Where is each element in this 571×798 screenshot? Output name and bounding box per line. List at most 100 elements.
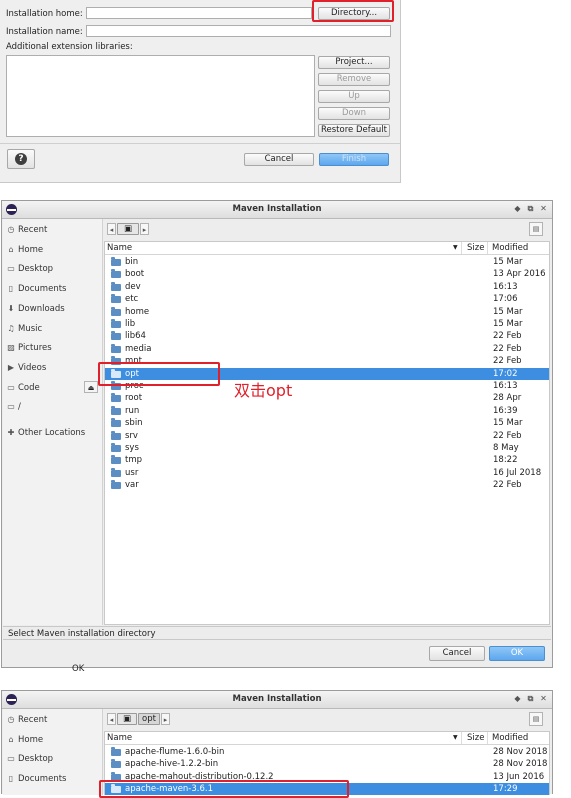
sidebar-item[interactable]: ▶ Videos xyxy=(6,361,46,375)
drive-icon: ▭ xyxy=(7,382,15,392)
folder-icon xyxy=(111,418,121,428)
restore-icon[interactable]: ⧉ xyxy=(526,204,535,213)
sidebar-item[interactable]: ▯ Documents xyxy=(6,282,67,296)
root-drive-crumb[interactable]: ▣ xyxy=(117,223,139,235)
status-bar: Select Maven installation directory xyxy=(3,626,551,640)
table-row[interactable]: root 28 Apr xyxy=(105,392,549,404)
table-row[interactable]: run 16:39 xyxy=(105,405,549,417)
sidebar-item-label: Desktop xyxy=(18,264,54,275)
sidebar-item[interactable]: ⌂ Home xyxy=(6,243,43,257)
sidebar-item-label: Home xyxy=(18,244,44,255)
folder-icon xyxy=(111,281,121,291)
sidebar-item-label: Documents xyxy=(18,284,67,295)
table-row[interactable]: media 22 Feb xyxy=(105,343,549,355)
table-row[interactable]: apache-flume-1.6.0-bin 28 Nov 2018 xyxy=(105,746,549,758)
create-folder-icon[interactable]: ▤ xyxy=(529,222,543,236)
dialog-title: Maven Installation xyxy=(232,694,322,704)
table-row[interactable]: etc 17:06 xyxy=(105,293,549,305)
file-name: root xyxy=(125,393,143,404)
table-row[interactable]: home 15 Mar xyxy=(105,306,549,318)
table-row[interactable]: sbin 15 Mar xyxy=(105,417,549,429)
back-arrow-icon[interactable]: ◂ xyxy=(107,713,116,725)
installation-home-field[interactable] xyxy=(86,7,312,19)
column-modified[interactable]: Modified xyxy=(492,242,528,254)
ok-button[interactable]: OK xyxy=(489,646,545,661)
installation-name-field[interactable] xyxy=(86,25,391,37)
restore-default-button[interactable]: Restore Default xyxy=(318,124,390,137)
forward-arrow-icon[interactable]: ▸ xyxy=(140,223,149,235)
file-modified: 22 Feb xyxy=(493,343,522,354)
sidebar-item[interactable]: ⌂ Home xyxy=(6,733,43,747)
table-row[interactable]: apache-hive-1.2.2-bin 28 Nov 2018 xyxy=(105,758,549,770)
sidebar-item[interactable]: ✚ Other Locations xyxy=(6,426,86,440)
table-row[interactable]: lib64 22 Feb xyxy=(105,330,549,342)
file-modified: 15 Mar xyxy=(493,257,523,267)
sidebar-item[interactable]: ▭ Code xyxy=(6,381,40,395)
sidebar-item-label: / xyxy=(18,402,21,413)
down-button[interactable]: Down xyxy=(318,107,390,120)
column-name[interactable]: Name xyxy=(107,242,132,254)
minimize-icon[interactable]: ◆ xyxy=(513,694,522,703)
root-drive-crumb[interactable]: ▣ xyxy=(117,713,137,725)
close-icon[interactable]: ✕ xyxy=(539,694,548,703)
file-name: dev xyxy=(125,281,141,292)
file-modified: 16:39 xyxy=(493,405,518,416)
help-button[interactable]: ? xyxy=(7,149,35,169)
clock-icon: ◷ xyxy=(7,225,15,234)
folder-icon xyxy=(111,443,121,452)
sidebar-item[interactable]: ⬇ Downloads xyxy=(6,302,65,316)
column-size[interactable]: Size xyxy=(467,732,484,744)
eject-icon[interactable]: ⏏ xyxy=(84,381,98,393)
table-row[interactable]: dev 16:13 xyxy=(105,281,549,293)
column-name[interactable]: Name xyxy=(107,732,132,744)
sidebar-item[interactable]: ▭ / xyxy=(6,400,21,414)
table-row[interactable]: sys 8 May xyxy=(105,442,549,454)
drive-icon: ▣ xyxy=(123,224,133,234)
dialog-titlebar: Maven Installation ◆ ⧉ ✕ xyxy=(2,201,552,219)
table-row[interactable]: srv 22 Feb xyxy=(105,430,549,442)
eclipse-icon xyxy=(6,694,17,705)
sort-arrow-icon: ▼ xyxy=(453,244,458,251)
table-row[interactable]: bin 15 Mar xyxy=(105,256,549,268)
sidebar-item[interactable]: ▭ Desktop xyxy=(6,262,53,276)
drive-icon: ▭ xyxy=(7,402,15,412)
up-button[interactable]: Up xyxy=(318,90,390,103)
minimize-icon[interactable]: ◆ xyxy=(513,204,522,213)
additional-libraries-label: Additional extension libraries: xyxy=(6,42,133,52)
music-icon: ♫ xyxy=(7,323,15,333)
table-row[interactable]: boot 13 Apr 2016 xyxy=(105,268,549,280)
sidebar-item[interactable]: ▨ Pictures xyxy=(6,341,52,355)
table-row[interactable]: lib 15 Mar xyxy=(105,318,549,330)
extension-libraries-list[interactable] xyxy=(6,55,315,137)
sidebar-item[interactable]: ◷ Recent xyxy=(6,713,48,727)
file-name: boot xyxy=(125,269,145,280)
home-icon: ⌂ xyxy=(8,734,14,744)
file-modified: 8 May xyxy=(493,443,519,453)
sidebar-item[interactable]: ▭ Desktop xyxy=(6,752,53,766)
highlight-box xyxy=(98,362,220,386)
project-button[interactable]: Project... xyxy=(318,56,390,69)
column-modified[interactable]: Modified xyxy=(492,732,528,744)
sidebar-item-label: Pictures xyxy=(18,343,52,354)
close-icon[interactable]: ✕ xyxy=(539,204,548,213)
file-list[interactable]: Name ▼ Size Modified bin 15 Mar boot 13 Apr… xyxy=(104,241,550,625)
cancel-button[interactable]: Cancel xyxy=(244,153,314,166)
cancel-button[interactable]: Cancel xyxy=(429,646,485,661)
back-arrow-icon[interactable]: ◂ xyxy=(107,223,116,235)
sidebar-item[interactable]: ♫ Music xyxy=(6,322,42,336)
file-modified: 22 Feb xyxy=(493,356,522,367)
create-folder-icon[interactable]: ▤ xyxy=(529,712,543,726)
sidebar-item[interactable]: ◷ Recent xyxy=(6,223,48,237)
table-row[interactable]: var 22 Feb xyxy=(105,479,549,491)
column-size[interactable]: Size xyxy=(467,242,484,254)
forward-arrow-icon[interactable]: ▸ xyxy=(161,713,170,725)
table-row[interactable]: usr 16 Jul 2018 xyxy=(105,467,549,479)
finish-button[interactable]: Finish xyxy=(319,153,389,166)
sidebar-item-label: Documents xyxy=(18,774,67,785)
sidebar-item[interactable]: ▯ Documents xyxy=(6,772,67,786)
folder-icon xyxy=(111,430,121,440)
table-row[interactable]: tmp 18:22 xyxy=(105,454,549,466)
restore-icon[interactable]: ⧉ xyxy=(526,694,535,703)
remove-button[interactable]: Remove xyxy=(318,73,390,86)
opt-crumb[interactable]: opt xyxy=(138,713,160,725)
